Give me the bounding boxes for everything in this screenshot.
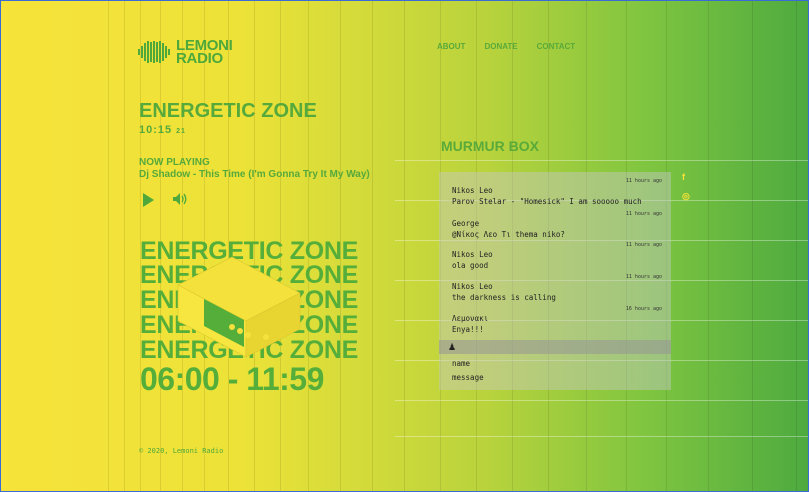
message-time: 11 hours ago [625, 242, 662, 248]
now-playing-track: Dj Shadow - This Time (I'm Gonna Try It … [139, 169, 370, 180]
chat-box: 11 hours ago Nikos Leo Parov Stelar - "H… [439, 172, 671, 390]
chat-message: 11 hours ago George @Νίκος Λεο Τι thema … [452, 211, 662, 240]
radio-illustration [177, 256, 301, 358]
message-time: 16 hours ago [625, 306, 662, 312]
message-text: ola good [452, 261, 489, 270]
message-user: George [452, 219, 480, 228]
name-field[interactable]: name [452, 359, 470, 368]
message-field[interactable]: message [452, 373, 484, 382]
message-time: 11 hours ago [625, 211, 662, 217]
brand-name: LEMONI RADIO [176, 37, 233, 67]
show-title: ENERGETIC ZONE [139, 100, 317, 122]
message-text: @Νίκος Λεο Τι thema niko? [452, 230, 565, 239]
facebook-icon[interactable]: f [682, 172, 685, 182]
message-time: 11 hours ago [625, 178, 662, 184]
soundwave-icon [138, 41, 170, 63]
nav-contact-link[interactable]: CONTACT [537, 42, 576, 51]
message-user: Nikos Leo [452, 282, 493, 291]
main-nav: ABOUT DONATE CONTACT [437, 42, 575, 51]
play-icon[interactable] [143, 193, 154, 207]
volume-icon[interactable] [172, 192, 188, 206]
chat-message: 16 hours ago Λεμονακι Enya!!! [452, 306, 662, 335]
clock: 10:15 21 [139, 124, 186, 136]
chat-message: 11 hours ago Nikos Leo ola good [452, 242, 662, 271]
message-text: the darkness is calling [452, 293, 556, 302]
footer-copyright: © 2020, Lemoni Radio [139, 447, 224, 455]
user-bar[interactable]: ♟ [439, 340, 671, 354]
show-time-range: 06:00 - 11:59 [140, 361, 324, 397]
message-user: Nikos Leo [452, 186, 493, 195]
chat-message: 11 hours ago Nikos Leo the darkness is c… [452, 274, 662, 303]
chat-message: 11 hours ago Nikos Leo Parov Stelar - "H… [452, 178, 662, 207]
user-icon: ♟ [448, 342, 457, 352]
message-time: 11 hours ago [625, 274, 662, 280]
murmur-box-title: MURMUR BOX [441, 138, 539, 154]
logo[interactable]: LEMONI RADIO [138, 37, 233, 67]
message-user: Λεμονακι [452, 314, 489, 323]
message-text: Parov Stelar - "Homesick" I am sooooo mu… [452, 197, 642, 206]
instagram-icon[interactable]: ◎ [682, 191, 690, 202]
now-playing-label: NOW PLAYING [139, 157, 210, 168]
message-text: Enya!!! [452, 325, 484, 334]
nav-donate-link[interactable]: DONATE [484, 42, 517, 51]
nav-about-link[interactable]: ABOUT [437, 42, 465, 51]
message-user: Nikos Leo [452, 250, 493, 259]
